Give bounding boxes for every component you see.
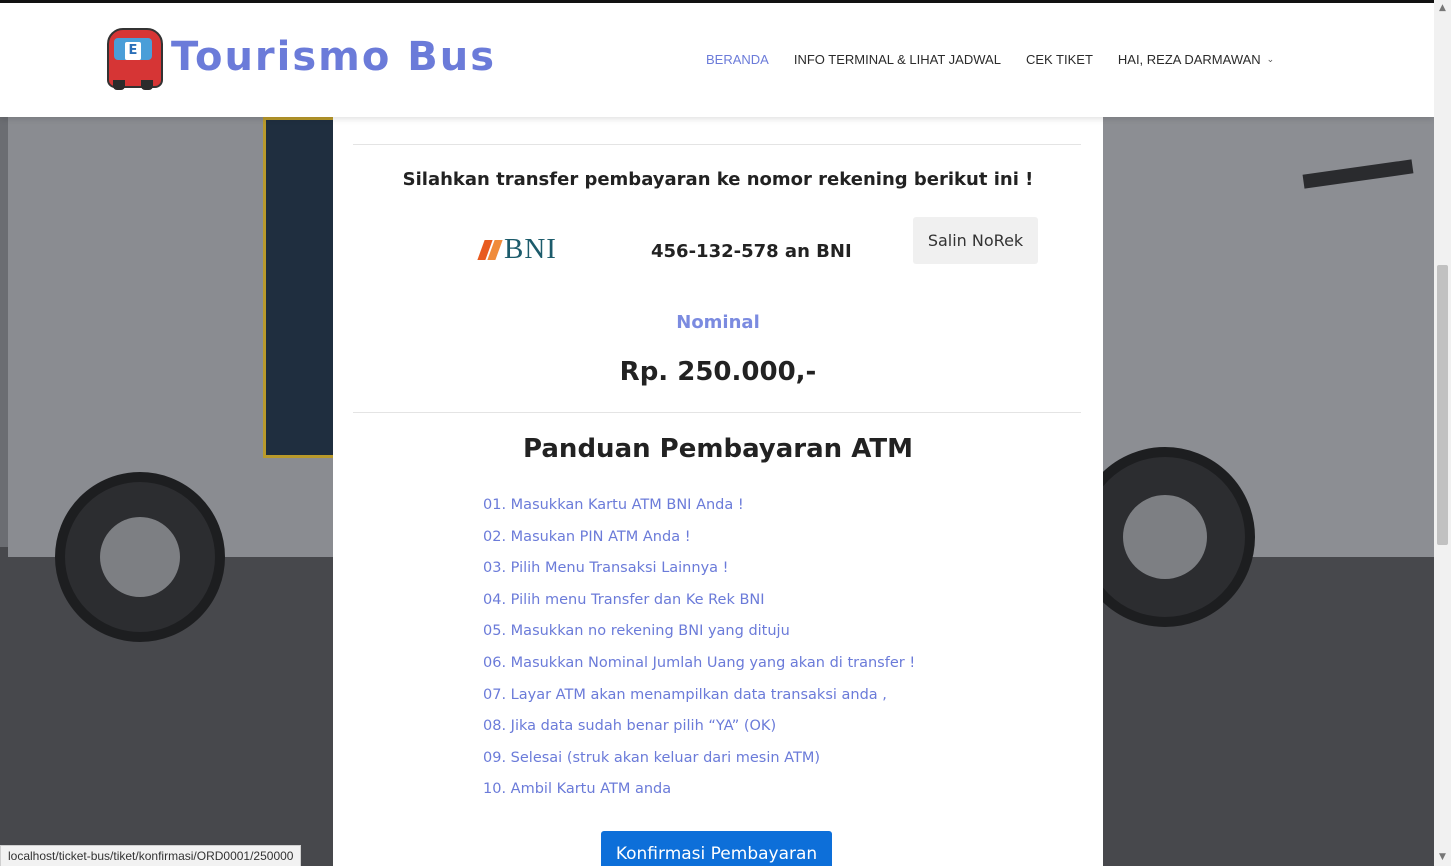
nav-item-info-terminal[interactable]: INFO TERMINAL & LIHAT JADWAL [794, 52, 1001, 67]
browser-top-edge [0, 0, 1451, 3]
nav-item-beranda[interactable]: BERANDA [706, 52, 769, 67]
guide-step: 02. Masukan PIN ATM Anda ! [483, 528, 691, 545]
nav-item-user-menu[interactable]: HAI, REZA DARMAWAN ⌄ [1118, 52, 1274, 67]
guide-step: 08. Jika data sudah benar pilih “YA” (OK… [483, 718, 777, 735]
bus-logo-icon: E [105, 22, 163, 92]
bni-logo-icon: BNI [477, 233, 557, 266]
account-number: 456-132-578 an BNI [651, 241, 852, 262]
bus-wheel-left [55, 472, 225, 642]
atm-guide-title: Panduan Pembayaran ATM [523, 434, 913, 464]
divider [353, 412, 1081, 413]
divider [353, 144, 1081, 145]
main-nav: BERANDA INFO TERMINAL & LIHAT JADWAL CEK… [706, 52, 1299, 67]
atm-guide-steps: 01. Masukkan Kartu ATM BNI Anda ! 02. Ma… [483, 497, 915, 813]
payment-card: Silahkan transfer pembayaran ke nomor re… [333, 117, 1103, 866]
brand-name: Tourismo Bus [171, 34, 497, 80]
chevron-down-icon: ⌄ [1266, 54, 1275, 64]
guide-step: 06. Masukkan Nominal Jumlah Uang yang ak… [483, 654, 916, 671]
bank-account-row: BNI 456-132-578 an BNI Salin NoRek [333, 217, 1103, 267]
nav-item-cek-tiket[interactable]: CEK TIKET [1026, 52, 1093, 67]
site-header: E Tourismo Bus BERANDA INFO TERMINAL & L… [0, 0, 1451, 117]
confirm-payment-button[interactable]: Konfirmasi Pembayaran [601, 831, 832, 866]
nominal-label: Nominal [676, 312, 760, 333]
logo-badge: E [125, 42, 141, 60]
guide-step: 03. Pilih Menu Transaksi Lainnya ! [483, 560, 729, 577]
scroll-up-icon[interactable]: ▲ [1434, 0, 1451, 17]
scrollbar-thumb[interactable] [1437, 265, 1448, 545]
browser-status-url: localhost/ticket-bus/tiket/konfirmasi/OR… [0, 845, 302, 866]
transfer-instruction: Silahkan transfer pembayaran ke nomor re… [402, 169, 1034, 190]
bank-name: BNI [504, 233, 557, 265]
page-scrollbar[interactable]: ▲ ▼ [1434, 0, 1451, 866]
guide-step: 05. Masukkan no rekening BNI yang dituju [483, 623, 790, 640]
guide-step: 07. Layar ATM akan menampilkan data tran… [483, 686, 887, 703]
copy-account-button[interactable]: Salin NoRek [913, 217, 1038, 264]
guide-step: 09. Selesai (struk akan keluar dari mesi… [483, 749, 820, 766]
guide-step: 10. Ambil Kartu ATM anda [483, 781, 672, 798]
guide-step: 01. Masukkan Kartu ATM BNI Anda ! [483, 497, 744, 513]
guide-step: 04. Pilih menu Transfer dan Ke Rek BNI [483, 591, 765, 608]
nominal-amount: Rp. 250.000,- [619, 357, 817, 387]
scroll-down-icon[interactable]: ▼ [1434, 849, 1451, 866]
brand-logo-link[interactable]: E Tourismo Bus [105, 22, 496, 92]
